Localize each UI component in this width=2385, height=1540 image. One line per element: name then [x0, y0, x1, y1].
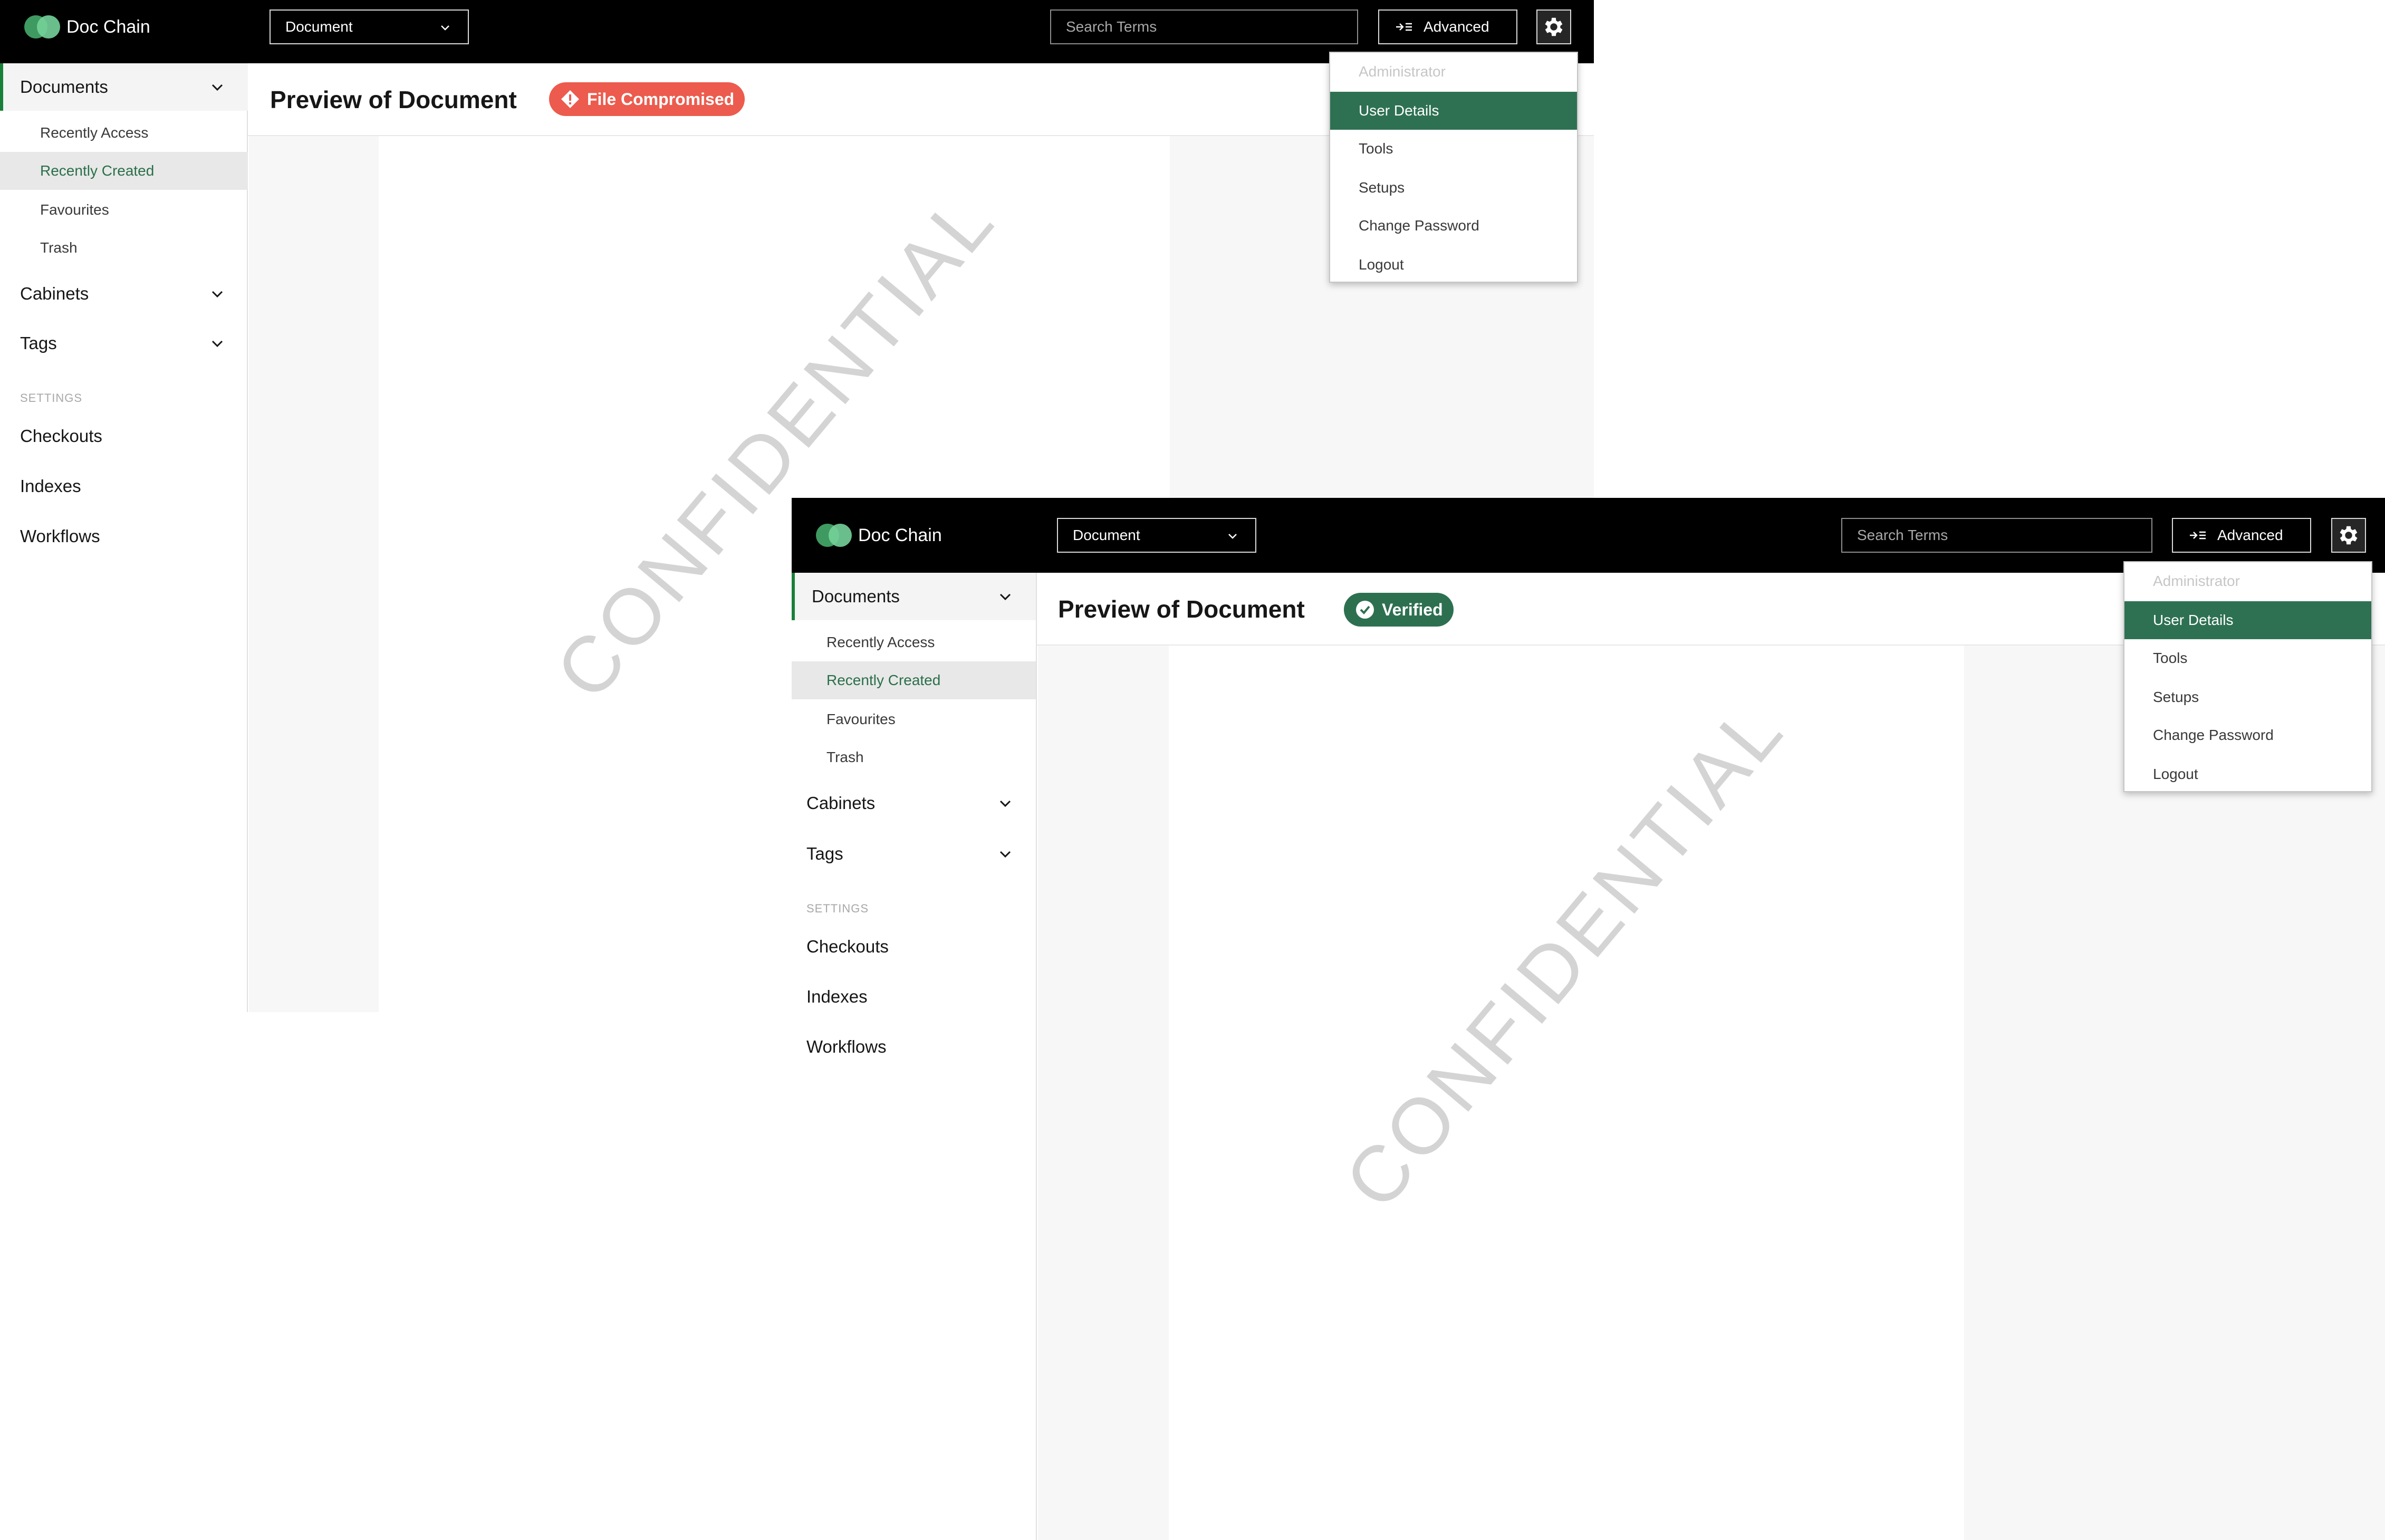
screenshot-verified: Doc Chain Document Search Terms Advanced… — [792, 498, 2385, 1540]
sidebar-item-label: Recently Access — [826, 634, 935, 650]
menu-item-tools[interactable]: Tools — [1330, 130, 1577, 168]
sidebar-group-cabinets[interactable]: Cabinets — [0, 270, 248, 317]
status-badge: File Compromised — [549, 82, 745, 116]
sidebar-link-workflows[interactable]: Workflows — [806, 1037, 887, 1057]
sidebar-item-label: Trash — [826, 749, 864, 765]
sidebar-item-label: Recently Created — [826, 672, 941, 688]
brand-name: Doc Chain — [858, 525, 942, 545]
document-type-value: Document — [285, 18, 353, 35]
sidebar-item-label: Recently Created — [40, 162, 155, 179]
document-type-select[interactable]: Document — [1057, 518, 1256, 553]
sidebar-link-checkouts[interactable]: Checkouts — [20, 426, 102, 446]
page-title: Preview of Document — [1058, 595, 1305, 623]
sidebar-item-favourites[interactable]: Favourites — [792, 700, 1036, 738]
sidebar: Documents Recently Access Recently Creat… — [0, 63, 248, 1012]
settings-button[interactable] — [1536, 9, 1571, 44]
brand[interactable]: Doc Chain — [816, 524, 942, 547]
settings-menu: Administrator User Details Tools Setups … — [1329, 52, 1578, 283]
menu-item-setups[interactable]: Setups — [2124, 678, 2371, 716]
chevron-down-icon — [1228, 534, 1237, 539]
document-type-value: Document — [1073, 527, 1140, 543]
menu-item-tools[interactable]: Tools — [2124, 639, 2371, 677]
sidebar-group-label: Documents — [812, 586, 900, 606]
sidebar-group-documents[interactable]: Documents — [0, 63, 248, 111]
settings-menu: Administrator User Details Tools Setups … — [2123, 561, 2372, 792]
menu-item-administrator: Administrator — [2153, 573, 2240, 589]
search-input[interactable]: Search Terms — [1841, 518, 2152, 553]
document-type-select[interactable]: Document — [270, 9, 469, 44]
menu-item-user-details[interactable]: User Details — [1330, 92, 1577, 130]
search-placeholder: Search Terms — [1857, 527, 1948, 543]
page-title: Preview of Document — [270, 86, 517, 113]
menu-item-user-details[interactable]: User Details — [2124, 601, 2371, 639]
sidebar: Documents Recently Access Recently Creat… — [792, 573, 1037, 1540]
menu-item-logout[interactable]: Logout — [1330, 246, 1577, 284]
sidebar-link-indexes[interactable]: Indexes — [20, 476, 81, 496]
chevron-down-icon — [999, 851, 1011, 858]
chevron-down-icon — [999, 800, 1011, 807]
gear-icon — [1545, 17, 1563, 36]
sidebar-group-label: Documents — [20, 77, 108, 97]
advanced-search-icon — [2190, 531, 2206, 540]
sidebar-link-indexes[interactable]: Indexes — [806, 987, 868, 1007]
sidebar-item-label: Recently Access — [40, 124, 149, 141]
sidebar-item-recently-access[interactable]: Recently Access — [0, 114, 248, 152]
status-badge-label: File Compromised — [587, 89, 735, 109]
advanced-button[interactable]: Advanced — [2172, 518, 2311, 553]
status-badge: Verified — [1344, 593, 1454, 627]
sidebar-group-tags[interactable]: Tags — [0, 320, 248, 367]
sidebar-item-trash[interactable]: Trash — [0, 229, 248, 267]
status-badge-label: Verified — [1382, 600, 1443, 619]
chevron-up-icon — [999, 593, 1011, 601]
search-placeholder: Search Terms — [1066, 18, 1157, 35]
sidebar-item-trash[interactable]: Trash — [792, 738, 1036, 776]
doc-chain-logo-icon — [816, 524, 853, 547]
warning-diamond-icon — [561, 90, 579, 108]
settings-heading: SETTINGS — [20, 391, 83, 405]
sidebar-group-label: Tags — [20, 333, 57, 353]
advanced-button[interactable]: Advanced — [1378, 9, 1517, 44]
menu-item-setups[interactable]: Setups — [1330, 169, 1577, 207]
chevron-down-icon — [441, 25, 449, 31]
settings-button[interactable] — [2331, 518, 2366, 553]
sidebar-group-tags[interactable]: Tags — [792, 830, 1036, 878]
sidebar-group-label: Cabinets — [806, 793, 876, 813]
sidebar-item-label: Trash — [40, 239, 78, 256]
advanced-label: Advanced — [2217, 527, 2283, 543]
sidebar-item-favourites[interactable]: Favourites — [0, 191, 248, 229]
brand[interactable]: Doc Chain — [24, 15, 150, 38]
settings-heading: SETTINGS — [806, 902, 869, 915]
search-input[interactable]: Search Terms — [1050, 9, 1358, 44]
menu-item-change-password[interactable]: Change Password — [2124, 716, 2371, 754]
sidebar-item-label: Favourites — [40, 201, 109, 218]
document-page — [1169, 646, 1964, 1540]
sidebar-group-label: Tags — [806, 844, 843, 863]
sidebar-item-recently-access[interactable]: Recently Access — [792, 623, 1036, 661]
sidebar-group-cabinets[interactable]: Cabinets — [792, 779, 1036, 827]
sidebar-link-workflows[interactable]: Workflows — [20, 526, 100, 546]
advanced-label: Advanced — [1424, 18, 1489, 35]
chevron-up-icon — [211, 84, 223, 91]
check-circle-icon — [1356, 601, 1374, 619]
gear-icon — [2340, 526, 2358, 545]
chevron-down-icon — [211, 340, 223, 348]
menu-item-administrator: Administrator — [1359, 63, 1446, 80]
sidebar-item-recently-created[interactable]: Recently Created — [0, 152, 248, 190]
sidebar-group-label: Cabinets — [20, 284, 89, 303]
sidebar-group-documents[interactable]: Documents — [792, 573, 1036, 620]
doc-chain-logo-icon — [24, 15, 61, 38]
sidebar-item-recently-created[interactable]: Recently Created — [792, 661, 1036, 699]
sidebar-link-checkouts[interactable]: Checkouts — [806, 937, 889, 957]
menu-item-change-password[interactable]: Change Password — [1330, 207, 1577, 245]
sidebar-item-label: Favourites — [826, 711, 896, 727]
menu-item-logout[interactable]: Logout — [2124, 755, 2371, 793]
chevron-down-icon — [211, 291, 223, 298]
advanced-search-icon — [1396, 23, 1412, 31]
brand-name: Doc Chain — [66, 16, 150, 37]
